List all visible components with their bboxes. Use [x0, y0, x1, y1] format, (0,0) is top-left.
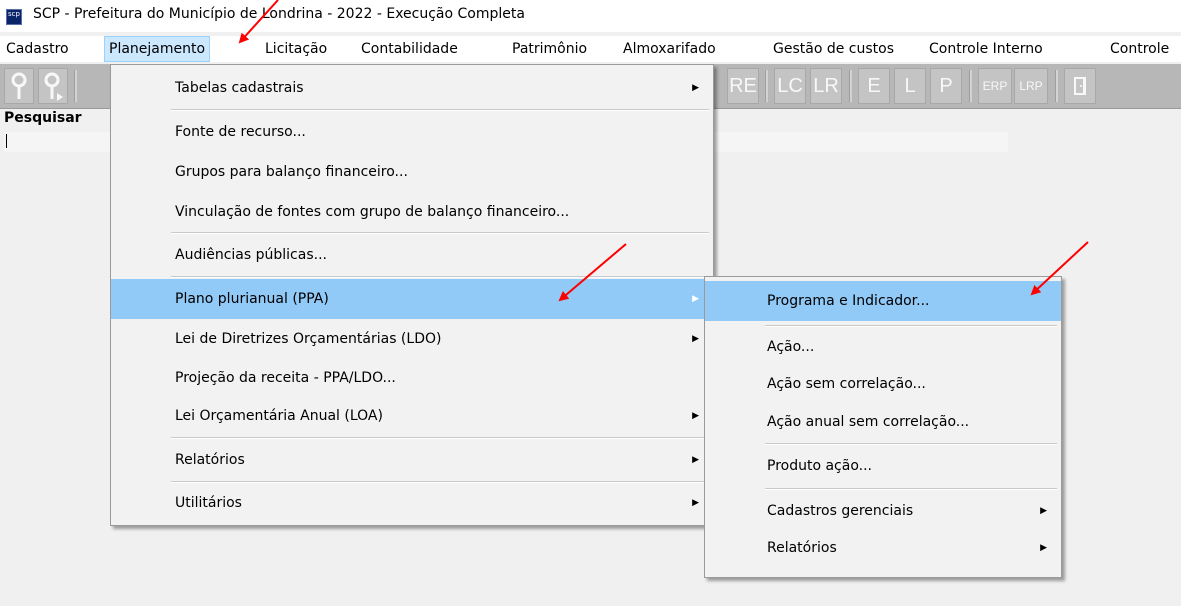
app-logo-icon: scp — [6, 9, 22, 25]
menu-item-fonte-recurso[interactable]: Fonte de recurso... — [111, 114, 713, 150]
title-bar: scp SCP - Prefeitura do Município de Lon… — [0, 0, 1181, 32]
menu-controle[interactable]: Controle — [1110, 36, 1169, 62]
submenu-arrow-icon: ▶ — [692, 83, 699, 93]
key-button[interactable] — [4, 68, 34, 104]
menu-item-tabelas-cadastrais[interactable]: Tabelas cadastrais ▶ — [111, 70, 713, 106]
menu-item-utilitarios[interactable]: Utilitários ▶ — [111, 485, 713, 521]
menu-separator — [171, 437, 709, 439]
text-caret — [6, 134, 7, 148]
toolbar-separator — [1055, 70, 1058, 102]
toolbar-separator — [849, 70, 852, 102]
submenu-item-relatorios[interactable]: Relatórios ▶ — [705, 530, 1061, 566]
menu-separator — [171, 109, 709, 111]
exit-door-icon — [1074, 77, 1086, 95]
submenu-arrow-icon: ▶ — [692, 294, 699, 304]
menu-item-ldo[interactable]: Lei de Diretrizes Orçamentárias (LDO) ▶ — [111, 321, 713, 357]
menu-item-audiencias-publicas[interactable]: Audiências públicas... — [111, 237, 713, 273]
submenu-item-acao-sem-correlacao[interactable]: Ação sem correlação... — [705, 366, 1061, 402]
re-button[interactable]: RE — [727, 68, 759, 104]
menu-contabilidade[interactable]: Contabilidade — [361, 36, 458, 62]
menu-cadastro[interactable]: Cadastro — [6, 36, 69, 62]
menu-separator — [171, 481, 709, 483]
lc-button[interactable]: LC — [774, 68, 806, 104]
erp-button[interactable]: ERP — [978, 68, 1012, 104]
menu-licitacao[interactable]: Licitação — [265, 36, 327, 62]
menu-separator — [171, 276, 709, 278]
menu-separator — [765, 443, 1057, 445]
menu-patrimonio[interactable]: Patrimônio — [512, 36, 587, 62]
submenu-arrow-icon: ▶ — [1040, 506, 1047, 516]
submenu-arrow-icon: ▶ — [692, 498, 699, 508]
menu-item-plano-plurianual[interactable]: Plano plurianual (PPA) ▶ — [111, 279, 713, 319]
toolbar-separator — [969, 70, 972, 102]
submenu-item-produto-acao[interactable]: Produto ação... — [705, 448, 1061, 484]
menu-item-projecao-receita[interactable]: Projeção da receita - PPA/LDO... — [111, 360, 713, 396]
toolbar-separator — [74, 70, 77, 102]
toolbar-separator — [765, 70, 768, 102]
submenu-arrow-icon: ▶ — [692, 334, 699, 344]
menu-planejamento[interactable]: Planejamento — [104, 36, 211, 62]
submenu-arrow-icon: ▶ — [692, 455, 699, 465]
submenu-item-programa-indicador[interactable]: Programa e Indicador... — [705, 281, 1061, 321]
window-title: SCP - Prefeitura do Município de Londrin… — [33, 6, 525, 22]
submenu-arrow-icon: ▶ — [692, 411, 699, 421]
menu-item-relatorios[interactable]: Relatórios ▶ — [111, 442, 713, 478]
submenu-item-cadastros-gerenciais[interactable]: Cadastros gerenciais ▶ — [705, 493, 1061, 529]
menu-separator — [171, 232, 709, 234]
search-label: Pesquisar — [4, 110, 82, 126]
menu-controle-interno[interactable]: Controle Interno — [929, 36, 1043, 62]
menu-almoxarifado[interactable]: Almoxarifado — [623, 36, 716, 62]
submenu-arrow-icon: ▶ — [1040, 543, 1047, 553]
lrp-button[interactable]: LRP — [1014, 68, 1048, 104]
menu-gestao-custos[interactable]: Gestão de custos — [773, 36, 894, 62]
lr-button[interactable]: LR — [810, 68, 842, 104]
key-icon — [11, 72, 27, 99]
key-arrow-button[interactable] — [38, 68, 68, 104]
menu-item-grupos-balanco[interactable]: Grupos para balanço financeiro... — [111, 154, 713, 190]
planejamento-menu: Tabelas cadastrais ▶ Fonte de recurso...… — [110, 64, 714, 526]
menu-bar: Cadastro Planejamento Licitação Contabil… — [0, 36, 1181, 62]
e-button[interactable]: E — [858, 68, 890, 104]
exit-button[interactable] — [1064, 68, 1096, 104]
menu-item-vinculacao-fontes[interactable]: Vinculação de fontes com grupo de balanç… — [111, 194, 713, 230]
menu-separator — [765, 488, 1057, 490]
submenu-item-acao-anual[interactable]: Ação anual sem correlação... — [705, 404, 1061, 440]
menu-item-loa[interactable]: Lei Orçamentária Anual (LOA) ▶ — [111, 398, 713, 434]
submenu-item-acao[interactable]: Ação... — [705, 329, 1061, 365]
l-button[interactable]: L — [894, 68, 926, 104]
ppa-submenu: Programa e Indicador... Ação... Ação sem… — [704, 276, 1062, 578]
menu-separator — [765, 325, 1057, 327]
key-arrow-icon — [44, 72, 63, 101]
p-button[interactable]: P — [930, 68, 962, 104]
